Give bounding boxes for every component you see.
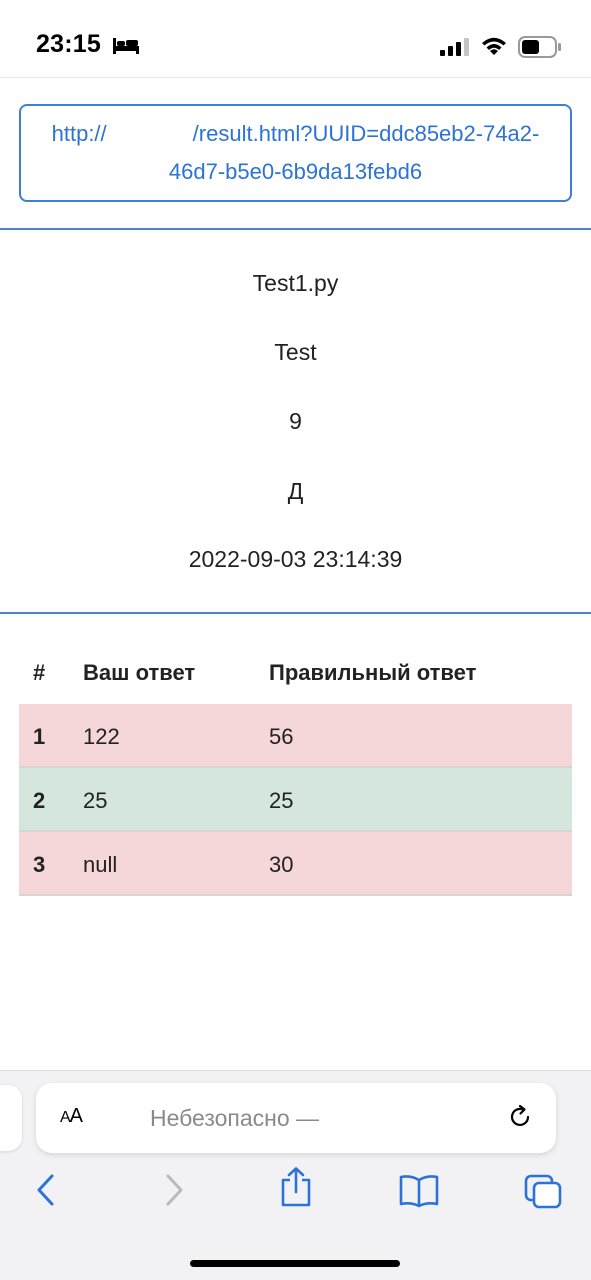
share-icon[interactable]	[279, 1166, 313, 1213]
your-answer: null	[83, 852, 118, 877]
result-page: 23:15 http:// /result.html?UUID=ddc85eb2…	[0, 0, 591, 1280]
address-text: Небезопасно —	[150, 1105, 320, 1131]
divider-top	[0, 228, 591, 230]
back-icon[interactable]	[34, 1172, 58, 1213]
status-bar: 23:15	[0, 0, 591, 78]
your-answer: 122	[83, 724, 120, 749]
status-time: 23:15	[36, 30, 101, 58]
row-number: 3	[33, 852, 46, 877]
bookmarks-icon[interactable]	[398, 1174, 440, 1213]
result-link-path: /result.html?UUID=ddc85eb2-74a2-46d7-b5e…	[168, 121, 540, 184]
test-file-name: Test1.py	[252, 270, 339, 296]
result-link-box: http:// /result.html?UUID=ddc85eb2-74a2-4…	[19, 104, 572, 202]
wifi-icon	[480, 35, 508, 62]
address-bar[interactable]: AA Небезопасно —	[36, 1083, 556, 1153]
result-link-prefix: http://	[51, 121, 107, 146]
row-number: 2	[33, 788, 46, 813]
forward-icon[interactable]	[162, 1172, 186, 1213]
header-correct-answer: Правильный ответ	[269, 660, 477, 685]
correct-answer: 56	[269, 724, 294, 749]
correct-answer: 25	[269, 788, 294, 813]
header-your-answer: Ваш ответ	[83, 660, 196, 685]
bed-icon	[112, 36, 140, 59]
your-answer: 25	[83, 788, 108, 813]
submission-datetime: 2022-09-03 23:14:39	[188, 546, 403, 572]
student-grade: 9	[289, 408, 302, 434]
header-number: #	[33, 660, 46, 685]
student-name: Test	[274, 339, 317, 365]
table-row: 2 25 25	[19, 768, 572, 832]
aa-small: A	[60, 1109, 71, 1126]
previous-tab-preview[interactable]	[0, 1085, 22, 1151]
class-letter: Д	[287, 478, 304, 504]
tabs-icon[interactable]	[524, 1174, 564, 1215]
row-number: 1	[33, 724, 46, 749]
page-settings-button[interactable]: AA	[60, 1105, 83, 1128]
aa-big: A	[69, 1105, 83, 1127]
battery-icon	[518, 36, 562, 63]
table-row: 1 122 56	[19, 704, 572, 768]
correct-answer: 30	[269, 852, 294, 877]
cellular-signal-icon	[440, 38, 470, 61]
result-link[interactable]: http:// /result.html?UUID=ddc85eb2-74a2-4…	[41, 115, 550, 191]
reload-icon[interactable]	[506, 1103, 534, 1136]
table-row: 3 null 30	[19, 832, 572, 896]
divider-bottom	[0, 612, 591, 614]
home-indicator	[190, 1260, 400, 1267]
